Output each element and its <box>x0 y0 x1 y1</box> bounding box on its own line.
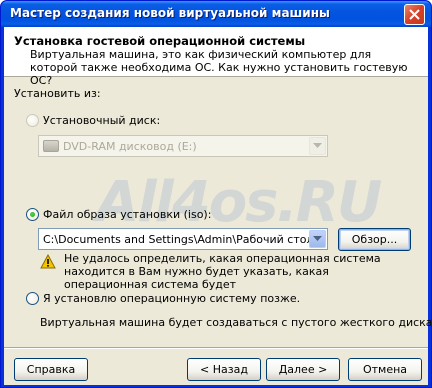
chevron-down-icon[interactable] <box>309 137 326 155</box>
dialog-body: Установка гостевой операционной системы … <box>4 27 431 385</box>
disk-drive-select[interactable]: DVD-RAM дисковод (E:) <box>38 135 328 157</box>
help-button[interactable]: Справка <box>14 358 88 381</box>
window-title: Мастер создания новой виртуальной машины <box>10 6 330 20</box>
radio-install-later[interactable]: Я установлю операционную систему позже. <box>26 292 300 305</box>
radio-later-indicator[interactable] <box>26 292 39 305</box>
next-button[interactable]: Далее > <box>266 358 340 381</box>
wizard-window: Мастер создания новой виртуальной машины… <box>0 0 432 388</box>
button-divider <box>4 347 428 349</box>
next-button-label: Далее > <box>278 363 328 376</box>
radio-iso-label: Файл образа установки (iso): <box>43 208 212 221</box>
iso-path-select[interactable]: C:\Documents and Settings\Admin\Рабочий … <box>38 228 328 250</box>
back-button[interactable]: < Назад <box>187 358 261 381</box>
close-button[interactable] <box>404 4 425 25</box>
browse-button[interactable]: Обзор... <box>338 228 411 251</box>
page-title: Установка гостевой операционной системы <box>14 34 306 48</box>
warning-icon <box>40 254 56 269</box>
cancel-button[interactable]: Отмена <box>348 358 422 381</box>
dvd-drive-icon <box>43 140 59 152</box>
radio-disk-label: Установочный диск: <box>43 114 161 127</box>
back-button-label: < Назад <box>200 363 248 376</box>
install-from-label: Установить из: <box>14 87 101 100</box>
disk-drive-value: DVD-RAM дисковод (E:) <box>63 139 197 153</box>
later-note: Виртуальная машина будет создаваться с п… <box>40 316 432 329</box>
os-detect-warning: Не удалось определить, какая операционна… <box>40 252 410 291</box>
title-bar[interactable]: Мастер создания новой виртуальной машины <box>1 1 431 27</box>
close-icon <box>409 9 420 20</box>
iso-path-value[interactable]: C:\Documents and Settings\Admin\Рабочий … <box>39 233 309 246</box>
help-button-label: Справка <box>26 363 76 376</box>
radio-install-disk[interactable]: Установочный диск: <box>26 114 160 127</box>
cancel-button-label: Отмена <box>362 363 408 376</box>
radio-iso-indicator[interactable] <box>26 208 39 221</box>
page-subtitle: Виртуальная машина, это как физический к… <box>30 48 408 87</box>
warning-text: Не удалось определить, какая операционна… <box>64 252 381 291</box>
radio-later-label: Я установлю операционную систему позже. <box>43 292 301 305</box>
wizard-header: Установка гостевой операционной системы … <box>4 27 428 87</box>
watermark: All4os.RU <box>96 170 382 235</box>
radio-disk-indicator[interactable] <box>26 114 39 127</box>
radio-install-iso[interactable]: Файл образа установки (iso): <box>26 208 211 221</box>
chevron-down-icon[interactable] <box>309 230 326 248</box>
browse-button-label: Обзор... <box>351 233 398 246</box>
